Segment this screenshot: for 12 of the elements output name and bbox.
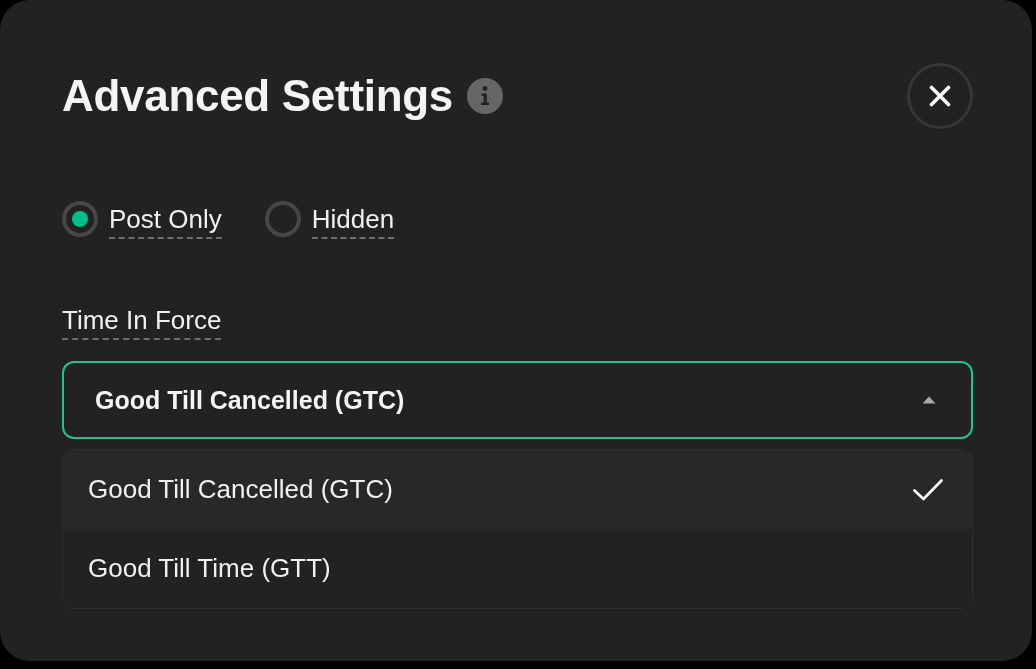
field-label: Time In Force	[62, 305, 222, 340]
radio-button[interactable]	[62, 201, 98, 237]
close-icon	[929, 85, 951, 107]
dialog-title: Advanced Settings	[62, 70, 453, 122]
radio-button[interactable]	[264, 201, 301, 237]
dropdown-select[interactable]: Good Till Cancelled (GTC)	[62, 361, 973, 439]
caret-icon	[922, 396, 936, 404]
check-icon	[913, 478, 943, 501]
dropdown-option[interactable]: Good Till Cancelled (GTC)	[63, 450, 972, 529]
info-icon[interactable]	[467, 78, 503, 114]
option-label[interactable]: Hidden	[311, 203, 395, 239]
option-label[interactable]: Post Only	[109, 203, 222, 239]
